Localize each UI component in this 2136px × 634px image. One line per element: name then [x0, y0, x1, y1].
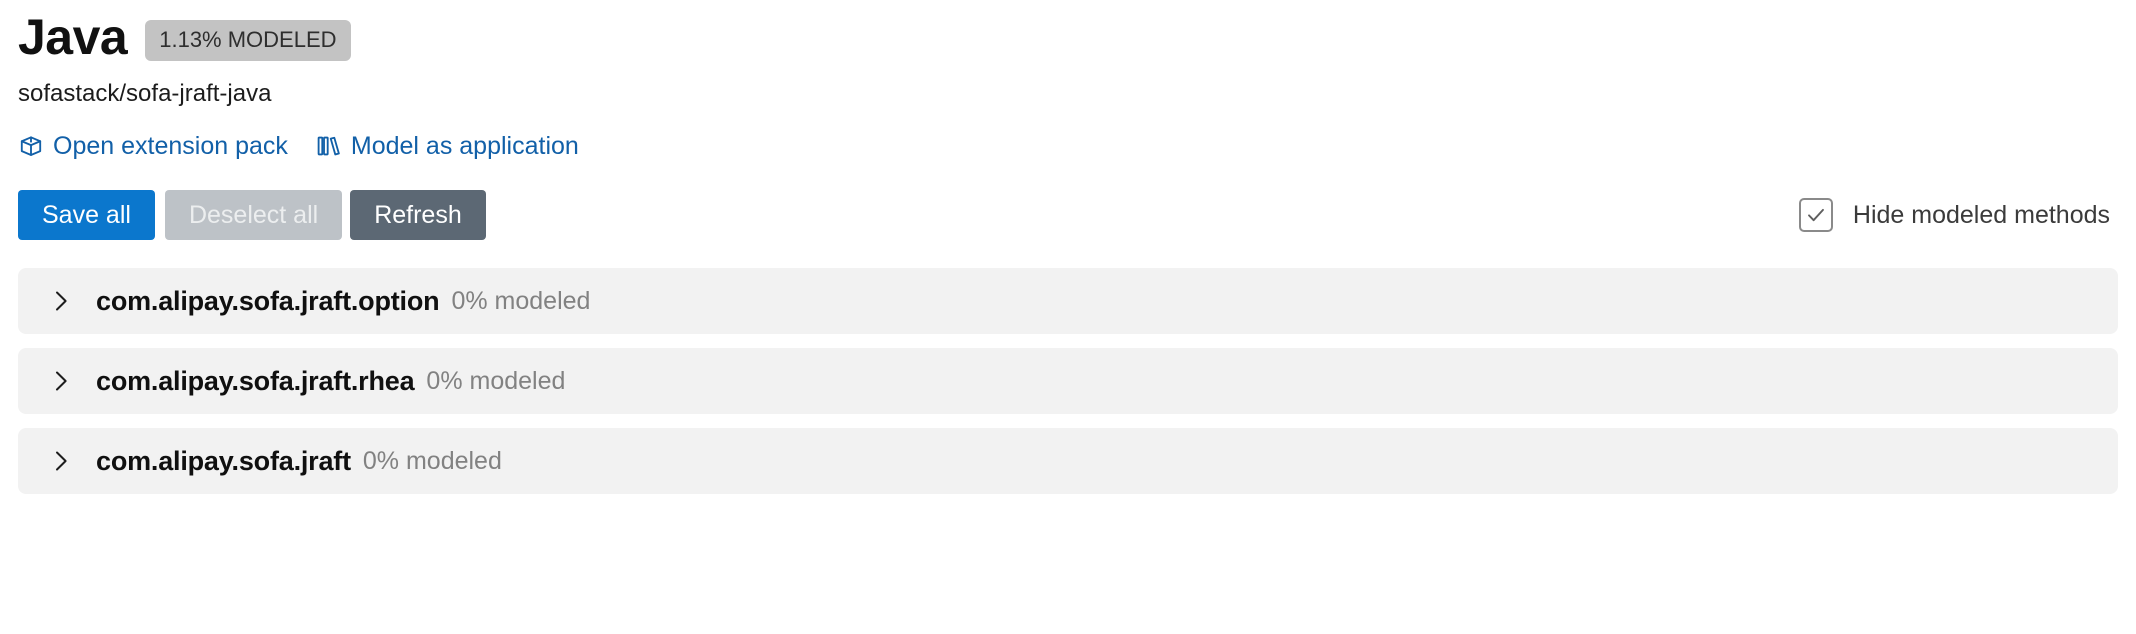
open-extension-pack-link[interactable]: Open extension pack: [18, 133, 288, 159]
package-row[interactable]: com.alipay.sofa.jraft.rhea 0% modeled: [18, 348, 2118, 414]
model-editor-page: Java 1.13% MODELED sofastack/sofa-jraft-…: [0, 0, 2136, 634]
refresh-button[interactable]: Refresh: [350, 190, 486, 240]
check-icon: [1807, 208, 1824, 222]
package-name: com.alipay.sofa.jraft: [96, 445, 351, 476]
package-row[interactable]: com.alipay.sofa.jraft.option 0% modeled: [18, 268, 2118, 334]
package-icon: [18, 133, 44, 159]
title-row: Java 1.13% MODELED: [18, 0, 2118, 68]
chevron-right-icon: [52, 287, 72, 315]
library-icon: [316, 133, 342, 159]
hide-modeled-methods-checkbox[interactable]: [1798, 198, 1833, 232]
package-list: com.alipay.sofa.jraft.option 0% modeled …: [18, 268, 2118, 494]
save-all-button[interactable]: Save all: [18, 190, 155, 240]
toolbar: Save all Deselect all Refresh Hide model…: [18, 190, 2118, 240]
package-row[interactable]: com.alipay.sofa.jraft 0% modeled: [18, 428, 2118, 494]
chevron-right-icon: [52, 447, 72, 475]
model-as-application-label: Model as application: [350, 131, 579, 160]
repository-name: sofastack/sofa-jraft-java: [18, 80, 272, 107]
package-modeled-percent: 0% modeled: [426, 366, 566, 395]
hide-modeled-methods-toggle[interactable]: Hide modeled methods: [1798, 198, 2118, 232]
package-modeled-percent: 0% modeled: [451, 286, 591, 315]
package-name: com.alipay.sofa.jraft.rhea: [96, 365, 415, 396]
hide-modeled-methods-label: Hide modeled methods: [1852, 200, 2110, 229]
package-name: com.alipay.sofa.jraft.option: [96, 285, 440, 316]
deselect-all-button[interactable]: Deselect all: [164, 190, 343, 240]
chevron-right-icon: [52, 367, 72, 395]
package-modeled-percent: 0% modeled: [362, 446, 502, 475]
open-extension-pack-label: Open extension pack: [53, 131, 288, 160]
page-title: Java: [18, 9, 128, 65]
action-links: Open extension pack Model as application: [18, 128, 2118, 164]
modeled-percentage-badge: 1.13% MODELED: [145, 19, 351, 61]
model-as-application-link[interactable]: Model as application: [316, 133, 579, 159]
